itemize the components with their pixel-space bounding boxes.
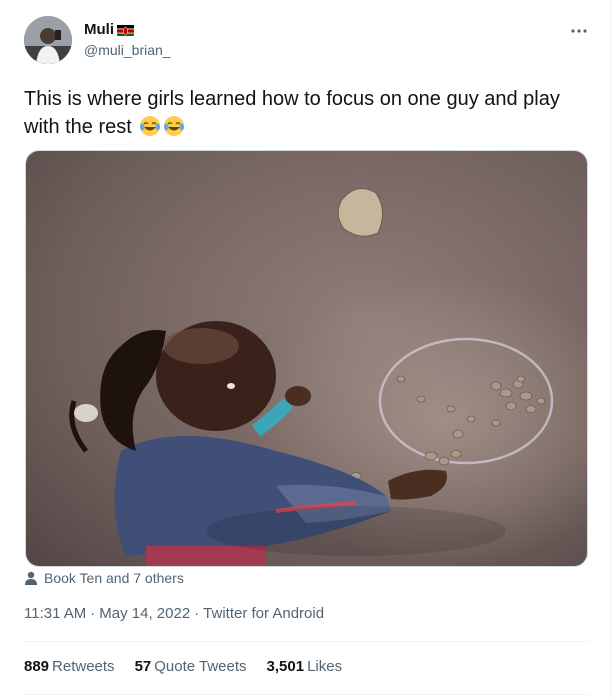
tweet-source[interactable]: Twitter for Android	[203, 605, 324, 622]
quote-tweets-label: Quote Tweets	[154, 658, 247, 675]
tweet-metadata: 11:31 AM · May 14, 2022 · Twitter for An…	[24, 605, 324, 622]
avatar-photo	[24, 16, 72, 64]
tagged-users[interactable]: Book Ten and 7 others	[24, 570, 184, 586]
tweet-date[interactable]: May 14, 2022	[99, 605, 190, 622]
tears-of-joy-emoji-icon	[163, 115, 185, 137]
quote-tweets-count: 57	[134, 658, 152, 675]
kenya-flag-icon	[117, 24, 134, 36]
engagement-stats: 889 Retweets 57 Quote Tweets 3,501 Likes	[24, 658, 342, 675]
tweet-card: Muli @muli_brian_ This is where girls le…	[0, 0, 611, 698]
person-icon	[25, 571, 37, 585]
photo-girl-playing-with-stones	[26, 151, 587, 566]
user-handle[interactable]: @muli_brian_	[84, 42, 171, 58]
tweet-time[interactable]: 11:31 AM	[24, 605, 86, 622]
tweet-body: This is where girls learned how to focus…	[24, 88, 560, 138]
separator: ·	[194, 605, 200, 622]
name-row: Muli	[84, 21, 134, 38]
tweet-text: This is where girls learned how to focus…	[24, 85, 594, 141]
more-options-icon[interactable]	[568, 20, 590, 42]
retweets-count: 889	[24, 658, 50, 675]
tears-of-joy-emoji-icon	[139, 115, 161, 137]
divider	[24, 694, 590, 695]
tagged-text: Book Ten and 7 others	[44, 570, 184, 586]
divider	[24, 641, 590, 642]
quote-tweets-stat[interactable]: 57 Quote Tweets	[135, 658, 247, 675]
display-name[interactable]: Muli	[84, 21, 114, 38]
likes-count: 3,501	[266, 658, 305, 675]
likes-label: Likes	[307, 658, 343, 675]
likes-stat[interactable]: 3,501 Likes	[267, 658, 343, 675]
retweets-label: Retweets	[52, 658, 115, 675]
tweet-photo[interactable]	[25, 150, 588, 567]
separator: ·	[90, 605, 96, 622]
avatar[interactable]	[24, 16, 72, 64]
retweets-stat[interactable]: 889 Retweets	[24, 658, 115, 675]
